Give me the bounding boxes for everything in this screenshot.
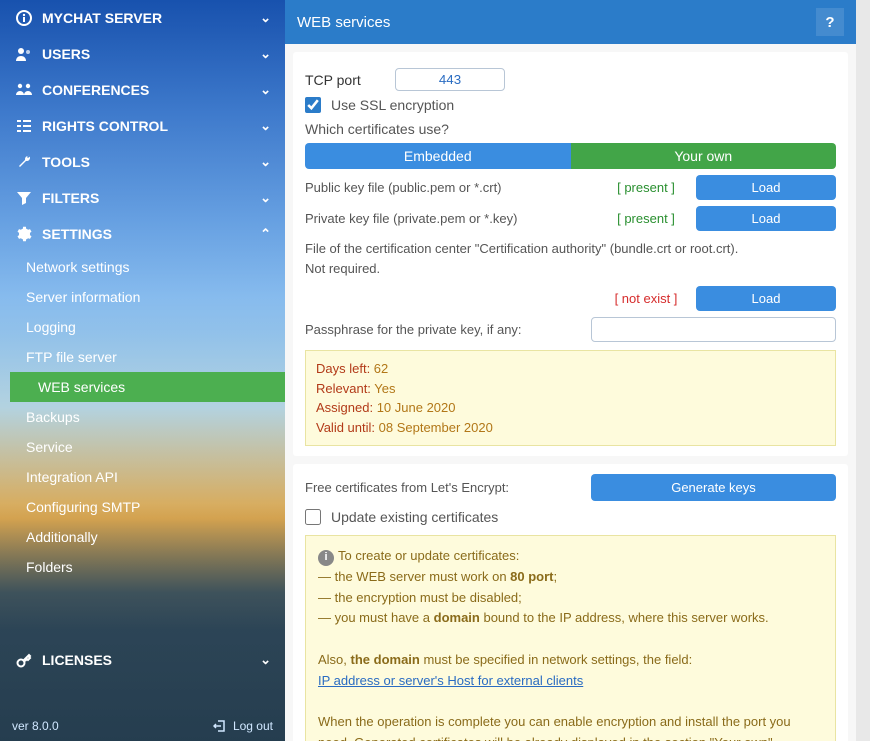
chevron-down-icon: ⌄ xyxy=(260,46,271,62)
sidebar-footer: ver 8.0.0 Log out xyxy=(0,711,285,741)
sidebar-item-network[interactable]: Network settings xyxy=(10,252,285,282)
main-content: WEB services ? TCP port Use SSL encrypti… xyxy=(285,0,856,741)
logout-label: Log out xyxy=(233,719,273,733)
sidebar-item-smtp[interactable]: Configuring SMTP xyxy=(10,492,285,522)
nav-label: TOOLS xyxy=(42,154,260,170)
nav-rights[interactable]: RIGHTS CONTROL ⌄ xyxy=(0,108,285,144)
cert-question: Which certificates use? xyxy=(305,121,836,137)
chevron-down-icon: ⌄ xyxy=(260,652,271,668)
nav-mychat-server[interactable]: MYCHAT SERVER ⌄ xyxy=(0,0,285,36)
gear-icon xyxy=(14,226,34,242)
nav-filters[interactable]: FILTERS ⌄ xyxy=(0,180,285,216)
letsencrypt-panel: Free certificates from Let's Encrypt: Ge… xyxy=(293,464,848,741)
sidebar: MYCHAT SERVER ⌄ USERS ⌄ CONFERENCES ⌄ RI… xyxy=(0,0,285,741)
tab-embedded[interactable]: Embedded xyxy=(305,143,571,169)
filter-icon xyxy=(14,190,34,206)
authority-note: File of the certification center "Certif… xyxy=(305,239,836,278)
info-icon: i xyxy=(318,550,334,566)
info-icon xyxy=(14,10,34,26)
pubkey-load-button[interactable]: Load xyxy=(696,175,836,200)
letsencrypt-info: iTo create or update certificates: — the… xyxy=(305,535,836,741)
ssl-checkbox[interactable] xyxy=(305,97,321,113)
passphrase-label: Passphrase for the private key, if any: xyxy=(305,322,581,337)
chevron-down-icon: ⌄ xyxy=(260,82,271,98)
tcp-port-label: TCP port xyxy=(305,72,385,88)
nav-label: USERS xyxy=(42,46,260,62)
nav-settings[interactable]: SETTINGS ⌃ xyxy=(0,216,285,252)
generate-keys-button[interactable]: Generate keys xyxy=(591,474,836,501)
nav-label: RIGHTS CONTROL xyxy=(42,118,260,134)
network-settings-link[interactable]: IP address or server's Host for external… xyxy=(318,673,583,688)
privkey-load-button[interactable]: Load xyxy=(696,206,836,231)
rights-icon xyxy=(14,118,34,134)
users-icon xyxy=(14,46,34,62)
chevron-up-icon: ⌃ xyxy=(260,226,271,242)
sidebar-item-folders[interactable]: Folders xyxy=(10,552,285,582)
version-label: ver 8.0.0 xyxy=(12,719,213,733)
tools-icon xyxy=(14,154,34,170)
tcp-port-input[interactable] xyxy=(395,68,505,91)
logout-icon xyxy=(213,719,227,733)
pubkey-status: [ present ] xyxy=(606,180,686,195)
nav-users[interactable]: USERS ⌄ xyxy=(0,36,285,72)
logout-button[interactable]: Log out xyxy=(213,719,273,733)
conferences-icon xyxy=(14,82,34,98)
sidebar-item-additional[interactable]: Additionally xyxy=(10,522,285,552)
page-header: WEB services ? xyxy=(285,0,856,44)
sidebar-item-logging[interactable]: Logging xyxy=(10,312,285,342)
pubkey-label: Public key file (public.pem or *.crt) xyxy=(305,180,596,195)
ssl-label: Use SSL encryption xyxy=(331,97,454,113)
sidebar-item-web[interactable]: WEB services xyxy=(10,372,285,402)
sidebar-item-backups[interactable]: Backups xyxy=(10,402,285,432)
chevron-down-icon: ⌄ xyxy=(260,154,271,170)
chevron-down-icon: ⌄ xyxy=(260,190,271,206)
sidebar-item-ftp[interactable]: FTP file server xyxy=(10,342,285,372)
privkey-label: Private key file (private.pem or *.key) xyxy=(305,211,596,226)
nav-label: MYCHAT SERVER xyxy=(42,10,260,26)
update-certs-checkbox[interactable] xyxy=(305,509,321,525)
authority-status: [ not exist ] xyxy=(606,291,686,306)
nav-licenses[interactable]: LICENSES ⌄ xyxy=(0,642,285,678)
cert-info-box: Days left: 62 Relevant: Yes Assigned: 10… xyxy=(305,350,836,446)
letsencrypt-title: Free certificates from Let's Encrypt: xyxy=(305,480,581,495)
authority-load-button[interactable]: Load xyxy=(696,286,836,311)
passphrase-input[interactable] xyxy=(591,317,836,342)
nav-label: FILTERS xyxy=(42,190,260,206)
nav-label: LICENSES xyxy=(42,652,260,668)
key-icon xyxy=(14,652,34,668)
nav-label: CONFERENCES xyxy=(42,82,260,98)
sidebar-item-serverinfo[interactable]: Server information xyxy=(10,282,285,312)
scrollbar[interactable] xyxy=(856,0,870,741)
nav-tools[interactable]: TOOLS ⌄ xyxy=(0,144,285,180)
nav-label: SETTINGS xyxy=(42,226,260,242)
nav-conferences[interactable]: CONFERENCES ⌄ xyxy=(0,72,285,108)
chevron-down-icon: ⌄ xyxy=(260,10,271,26)
settings-subitems: Network settings Server information Logg… xyxy=(0,252,285,582)
page-title: WEB services xyxy=(297,14,816,31)
chevron-down-icon: ⌄ xyxy=(260,118,271,134)
cert-tabs: Embedded Your own xyxy=(305,143,836,169)
sidebar-item-api[interactable]: Integration API xyxy=(10,462,285,492)
tab-your-own[interactable]: Your own xyxy=(571,143,837,169)
help-button[interactable]: ? xyxy=(816,8,844,36)
privkey-status: [ present ] xyxy=(606,211,686,226)
update-certs-label: Update existing certificates xyxy=(331,509,498,525)
ssl-panel: TCP port Use SSL encryption Which certif… xyxy=(293,52,848,456)
sidebar-item-service[interactable]: Service xyxy=(10,432,285,462)
